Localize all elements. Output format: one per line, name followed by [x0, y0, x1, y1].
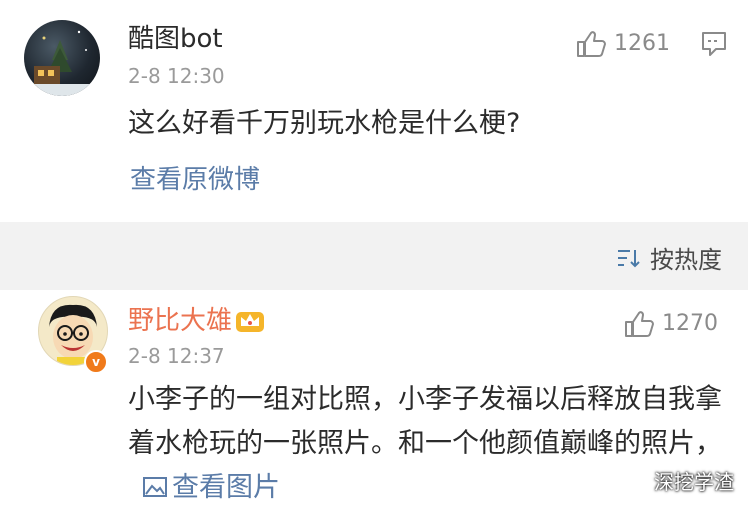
username[interactable]: 酷图bot — [128, 24, 223, 54]
avatar-image — [24, 30, 100, 96]
wechat-icon — [620, 469, 648, 491]
like-button[interactable]: 1261 — [576, 30, 670, 58]
sort-icon — [618, 249, 640, 267]
verified-badge: v — [84, 350, 108, 374]
comment-text-body: 小李子的一组对比照，小李子发福以后释放自我拿着水枪玩的一张照片。和一个他颜值巅峰… — [128, 384, 722, 459]
comment-bubble-icon — [702, 32, 726, 56]
comment-text: 这么好看千万别玩水枪是什么梗? — [128, 108, 521, 139]
view-original-link[interactable]: 查看原微博 — [130, 160, 260, 200]
like-count: 1261 — [614, 31, 670, 56]
reply-button[interactable] — [700, 30, 728, 62]
like-count: 1270 — [662, 311, 718, 336]
thumbs-up-icon — [577, 31, 606, 57]
view-images-link[interactable]: 查看图片 — [128, 472, 280, 503]
thumbs-up-icon — [625, 311, 654, 337]
vip-crown-icon — [234, 306, 266, 340]
like-button[interactable]: 1270 — [624, 310, 718, 338]
avatar[interactable] — [24, 20, 100, 96]
timestamp: 2-8 12:30 — [128, 64, 225, 88]
sort-label: 按热度 — [650, 246, 722, 274]
view-images-label: 查看图片 — [172, 472, 280, 503]
watermark: 深挖学渣 — [620, 466, 734, 495]
image-icon — [143, 477, 167, 497]
username[interactable]: 野比大雄 — [128, 306, 232, 336]
watermark-text: 深挖学渣 — [654, 470, 734, 494]
sort-toggle[interactable]: 按热度 — [616, 240, 722, 275]
timestamp: 2-8 12:37 — [128, 344, 225, 368]
